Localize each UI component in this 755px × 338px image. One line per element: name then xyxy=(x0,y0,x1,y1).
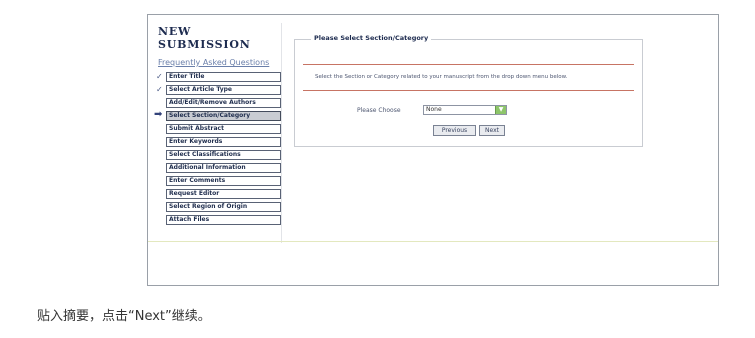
step-attach-files[interactable]: Attach Files xyxy=(156,214,281,227)
top-rule xyxy=(303,64,634,65)
step-enter-comments[interactable]: Enter Comments xyxy=(156,175,281,188)
step-request-editor[interactable]: Request Editor xyxy=(156,188,281,201)
step-label: Submit Abstract xyxy=(166,124,281,134)
page-title: NEW SUBMISSION xyxy=(158,25,251,51)
select-value: None xyxy=(426,106,442,113)
step-select-article-type[interactable]: ✓ Select Article Type xyxy=(156,84,281,97)
previous-button[interactable]: Previous xyxy=(433,125,476,136)
step-label: Enter Keywords xyxy=(166,137,281,147)
step-enter-keywords[interactable]: Enter Keywords xyxy=(156,136,281,149)
step-submit-abstract[interactable]: Submit Abstract xyxy=(156,123,281,136)
step-label: Additional Information xyxy=(166,163,281,173)
please-choose-label: Please Choose xyxy=(357,107,401,114)
step-label: Request Editor xyxy=(166,189,281,199)
step-label: Enter Title xyxy=(166,72,281,82)
submission-frame: NEW SUBMISSION Frequently Asked Question… xyxy=(147,14,719,286)
bottom-rule xyxy=(303,90,634,91)
step-list: ✓ Enter Title ✓ Select Article Type Add/… xyxy=(154,71,281,227)
arrow-right-icon: ➡ xyxy=(154,109,163,120)
footer-rule xyxy=(148,241,718,242)
left-column: NEW SUBMISSION Frequently Asked Question… xyxy=(156,25,276,67)
step-add-edit-remove-authors[interactable]: Add/Edit/Remove Authors xyxy=(156,97,281,110)
step-label: Add/Edit/Remove Authors xyxy=(166,98,281,108)
step-label: Select Classifications xyxy=(166,150,281,160)
panel-legend: Please Select Section/Category xyxy=(311,34,432,42)
next-button[interactable]: Next xyxy=(479,125,505,136)
section-category-panel: Please Select Section/Category Select th… xyxy=(294,34,643,147)
step-select-classifications[interactable]: Select Classifications xyxy=(156,149,281,162)
step-additional-information[interactable]: Additional Information xyxy=(156,162,281,175)
step-label: Select Region of Origin xyxy=(166,202,281,212)
check-icon: ✓ xyxy=(156,85,163,94)
check-icon: ✓ xyxy=(156,72,163,81)
column-divider xyxy=(281,23,282,243)
step-enter-title[interactable]: ✓ Enter Title xyxy=(156,71,281,84)
step-label: Enter Comments xyxy=(166,176,281,186)
chevron-down-icon[interactable]: ▼ xyxy=(495,106,506,114)
faq-link[interactable]: Frequently Asked Questions xyxy=(158,58,276,67)
caption-text: 贴入摘要，点击“Next”继续。 xyxy=(37,309,211,324)
step-select-region-of-origin[interactable]: Select Region of Origin xyxy=(156,201,281,214)
instruction-text: Select the Section or Category related t… xyxy=(315,74,568,80)
section-category-select[interactable]: None ▼ xyxy=(423,105,507,115)
step-label: Select Article Type xyxy=(166,85,281,95)
step-label: Select Section/Category xyxy=(166,111,281,121)
step-label: Attach Files xyxy=(166,215,281,225)
step-select-section-category[interactable]: ➡ Select Section/Category xyxy=(154,109,281,123)
